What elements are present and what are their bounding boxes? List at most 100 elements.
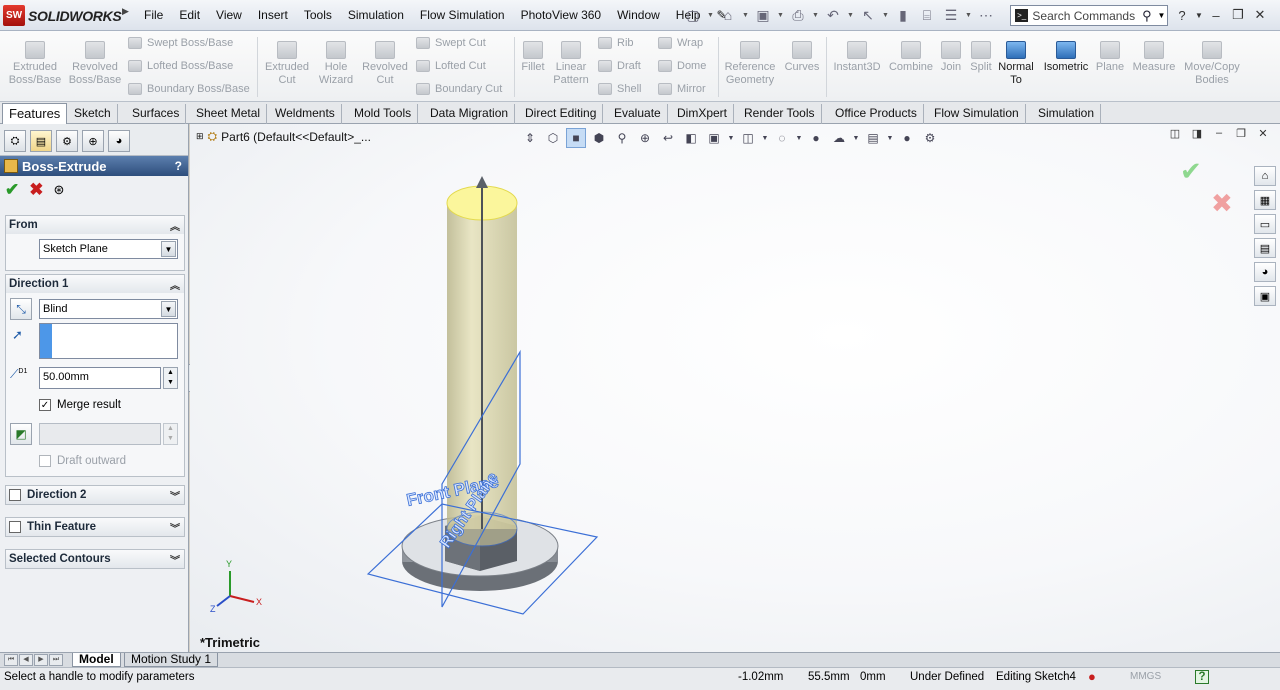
menu-flow-simulation[interactable]: Flow Simulation <box>412 0 513 31</box>
menu-simulation[interactable]: Simulation <box>340 0 412 31</box>
linear-pattern-button[interactable]: Linear Pattern <box>550 41 592 87</box>
extruded-cut-button[interactable]: Extruded Cut <box>262 41 312 87</box>
configuration-manager-tab-icon[interactable]: ⚙ <box>56 130 78 152</box>
confirm-cancel-icon[interactable]: ✖ <box>1211 188 1233 218</box>
expand-chevron-icon[interactable]: ︾ <box>170 520 180 535</box>
search-dropdown-icon[interactable]: ▼ <box>1157 11 1167 20</box>
new-document-icon[interactable]: ▢ <box>682 3 704 27</box>
solidworks-resources-icon[interactable]: ⌂ <box>1254 166 1276 186</box>
combine-button[interactable]: Combine <box>888 41 934 74</box>
reference-geometry-button[interactable]: Reference Geometry <box>722 41 778 87</box>
menu-window[interactable]: Window <box>609 0 668 31</box>
expand-chevron-icon[interactable]: ︾ <box>170 552 180 567</box>
revolved-cut-button[interactable]: Revolved Cut <box>360 41 410 87</box>
chevron-down-icon[interactable]: ▼ <box>161 241 176 257</box>
collapse-chevron-icon[interactable]: ︽ <box>170 277 180 292</box>
tab-sketch[interactable]: Sketch <box>68 104 118 124</box>
measure-button[interactable]: Measure <box>1130 41 1178 74</box>
options-dropdown-icon[interactable]: ▼ <box>964 12 973 19</box>
curves-button[interactable]: Curves <box>782 41 822 74</box>
swept-cut-button[interactable]: Swept Cut <box>416 37 486 49</box>
fillet-button[interactable]: Fillet <box>518 41 548 74</box>
rebuild-status-icon[interactable]: ● <box>1088 669 1096 684</box>
extruded-boss-button[interactable]: Extruded Boss/Base <box>6 41 64 87</box>
cancel-x-icon[interactable]: ✖ <box>29 180 43 200</box>
graphics-area[interactable]: ⊞ ⛭ Part6 (Default<<Default>_... ⇕ ⬡ ■ ⬢… <box>190 124 1280 652</box>
tab-direct-editing[interactable]: Direct Editing <box>519 104 604 124</box>
boundary-cut-button[interactable]: Boundary Cut <box>416 83 502 95</box>
feature-manager-tab-icon[interactable]: ⛭ <box>4 130 26 152</box>
hole-wizard-button[interactable]: Hole Wizard <box>314 41 358 87</box>
merge-result-checkbox[interactable]: ✓ Merge result <box>39 399 121 411</box>
detailed-preview-icon[interactable]: ⊛ <box>54 182 65 198</box>
next-tab-icon[interactable]: ▶ <box>34 654 48 666</box>
last-tab-icon[interactable]: ⏭ <box>49 654 63 666</box>
close-button[interactable]: ✕ <box>1250 4 1270 26</box>
undo-dropdown-icon[interactable]: ▼ <box>846 12 855 19</box>
search-icon[interactable]: ⚲ <box>1136 8 1157 24</box>
open-dropdown-icon[interactable]: ▼ <box>741 12 750 19</box>
dome-button[interactable]: Dome <box>658 60 706 72</box>
search-commands[interactable]: >_ ⚲ ▼ <box>1010 5 1168 26</box>
mirror-button[interactable]: Mirror <box>658 83 706 95</box>
isometric-button[interactable]: Isometric <box>1040 41 1092 74</box>
direction2-group[interactable]: Direction 2 ︾ <box>5 485 185 505</box>
print-dropdown-icon[interactable]: ▼ <box>811 12 820 19</box>
draft-on-off-icon[interactable]: ◩ <box>10 423 32 445</box>
dimxpert-manager-tab-icon[interactable]: ⊕ <box>82 130 104 152</box>
lofted-cut-button[interactable]: Lofted Cut <box>416 60 486 72</box>
tab-render-tools[interactable]: Render Tools <box>738 104 822 124</box>
design-library-icon[interactable]: ▦ <box>1254 190 1276 210</box>
chevron-down-icon[interactable]: ▼ <box>161 301 176 317</box>
menu-edit[interactable]: Edit <box>171 0 208 31</box>
direction2-header[interactable]: Direction 2 ︾ <box>6 486 184 504</box>
tab-weldments[interactable]: Weldments <box>269 104 342 124</box>
expand-chevron-icon[interactable]: ︾ <box>170 488 180 503</box>
boundary-boss-button[interactable]: Boundary Boss/Base <box>128 83 250 95</box>
revolved-boss-button[interactable]: Revolved Boss/Base <box>66 41 124 87</box>
tab-office-products[interactable]: Office Products <box>829 104 924 124</box>
app-logo[interactable]: SW SOLIDWORKS <box>3 5 122 26</box>
unit-system[interactable]: MMGS <box>1130 671 1161 682</box>
new-dropdown-icon[interactable]: ▼ <box>706 12 715 19</box>
menu-file[interactable]: File <box>136 0 171 31</box>
selected-contours-header[interactable]: Selected Contours ︾ <box>6 550 184 568</box>
minimize-button[interactable]: – <box>1206 4 1226 26</box>
tab-surfaces[interactable]: Surfaces <box>126 104 187 124</box>
depth-input[interactable]: 50.00mm <box>39 367 161 389</box>
tab-evaluate[interactable]: Evaluate <box>608 104 668 124</box>
quick-tips-help[interactable]: ? <box>1195 670 1209 684</box>
tab-model[interactable]: Model <box>72 653 121 667</box>
appearances-icon[interactable]: ◕ <box>1254 262 1276 282</box>
help-icon[interactable]: ? <box>1172 4 1192 26</box>
depth-spinner[interactable]: ▲ ▼ <box>163 367 178 389</box>
join-button[interactable]: Join <box>938 41 964 74</box>
direction-selection-box[interactable] <box>39 323 178 359</box>
prev-tab-icon[interactable]: ◀ <box>19 654 33 666</box>
end-condition-select[interactable]: Blind ▼ <box>39 299 178 319</box>
draft-button[interactable]: Draft <box>598 60 641 72</box>
ok-check-icon[interactable]: ✔ <box>5 180 19 200</box>
tab-simulation[interactable]: Simulation <box>1032 104 1102 124</box>
plane-button[interactable]: Plane <box>1094 41 1126 74</box>
tab-mold-tools[interactable]: Mold Tools <box>348 104 419 124</box>
search-input[interactable] <box>1032 8 1137 23</box>
normal-to-button[interactable]: Normal To <box>997 41 1035 87</box>
property-manager-tab-icon[interactable]: ▤ <box>30 130 52 152</box>
tab-data-migration[interactable]: Data Migration <box>424 104 516 124</box>
restore-button[interactable]: ❐ <box>1228 4 1248 26</box>
custom-properties-icon[interactable]: ▣ <box>1254 286 1276 306</box>
menu-insert[interactable]: Insert <box>250 0 296 31</box>
from-select[interactable]: Sketch Plane ▼ <box>39 239 178 259</box>
lofted-boss-button[interactable]: Lofted Boss/Base <box>128 60 233 72</box>
view-palette-icon[interactable]: ▤ <box>1254 238 1276 258</box>
display-manager-tab-icon[interactable]: ◕ <box>108 130 130 152</box>
menu-tools[interactable]: Tools <box>296 0 340 31</box>
menu-photoview[interactable]: PhotoView 360 <box>513 0 610 31</box>
merge-result-check-icon[interactable]: ✓ <box>39 399 51 411</box>
wrap-button[interactable]: Wrap <box>658 37 703 49</box>
rib-button[interactable]: Rib <box>598 37 634 49</box>
thin-feature-group[interactable]: Thin Feature ︾ <box>5 517 185 537</box>
reverse-direction-icon[interactable]: ⤡ <box>10 298 32 320</box>
collapse-chevron-icon[interactable]: ︽ <box>170 218 180 233</box>
